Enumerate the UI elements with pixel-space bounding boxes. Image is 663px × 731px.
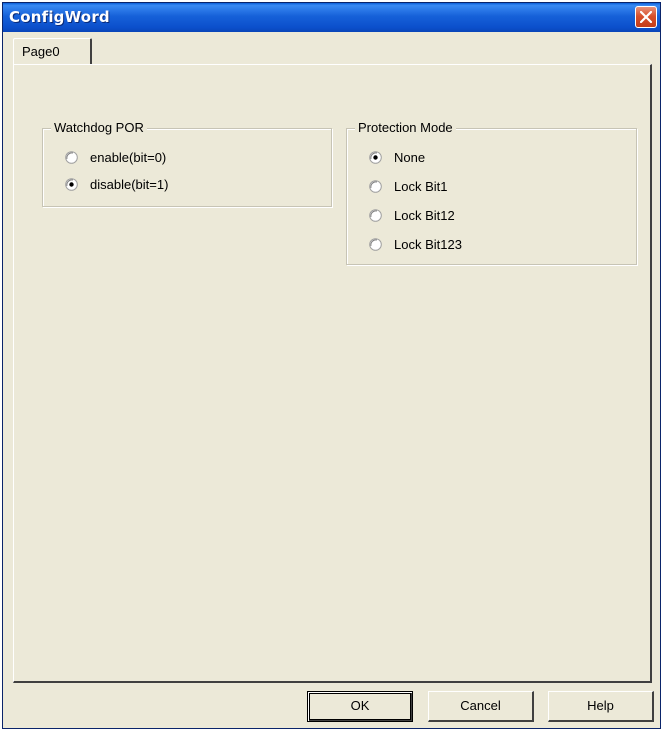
cancel-button[interactable]: Cancel <box>428 691 534 722</box>
radio-unchecked-icon[interactable] <box>369 238 382 251</box>
tab-panel: Watchdog POR enable(bit=0) disable(bit=1… <box>13 64 652 683</box>
close-button[interactable] <box>635 6 657 28</box>
radio-enable-bit0-label[interactable]: enable(bit=0) <box>90 150 166 165</box>
configword-dialog: ConfigWord Page0 Watchdog POR enable(bit… <box>2 2 661 729</box>
radio-checked-icon[interactable] <box>65 178 78 191</box>
radio-checked-icon[interactable] <box>369 151 382 164</box>
close-icon <box>640 11 652 23</box>
title-bar[interactable]: ConfigWord <box>3 3 660 32</box>
radio-unchecked-icon[interactable] <box>369 180 382 193</box>
protection-mode-title: Protection Mode <box>355 120 456 135</box>
tab-page0[interactable]: Page0 <box>13 38 92 64</box>
radio-lock-bit12-label[interactable]: Lock Bit12 <box>394 208 455 223</box>
watchdog-por-title: Watchdog POR <box>51 120 147 135</box>
watchdog-por-group: Watchdog POR enable(bit=0) disable(bit=1… <box>42 120 332 207</box>
radio-lock-bit123-label[interactable]: Lock Bit123 <box>394 237 462 252</box>
radio-disable-bit1-label[interactable]: disable(bit=1) <box>90 177 168 192</box>
protection-mode-group: Protection Mode None Lock Bit1 Lock Bit1… <box>346 120 637 265</box>
radio-lock-bit1-label[interactable]: Lock Bit1 <box>394 179 447 194</box>
tab-page0-label: Page0 <box>22 44 60 59</box>
help-button[interactable]: Help <box>548 691 654 722</box>
radio-none-label[interactable]: None <box>394 150 425 165</box>
window-title: ConfigWord <box>9 8 110 26</box>
ok-button[interactable]: OK <box>307 691 413 722</box>
radio-unchecked-icon[interactable] <box>65 151 78 164</box>
radio-unchecked-icon[interactable] <box>369 209 382 222</box>
